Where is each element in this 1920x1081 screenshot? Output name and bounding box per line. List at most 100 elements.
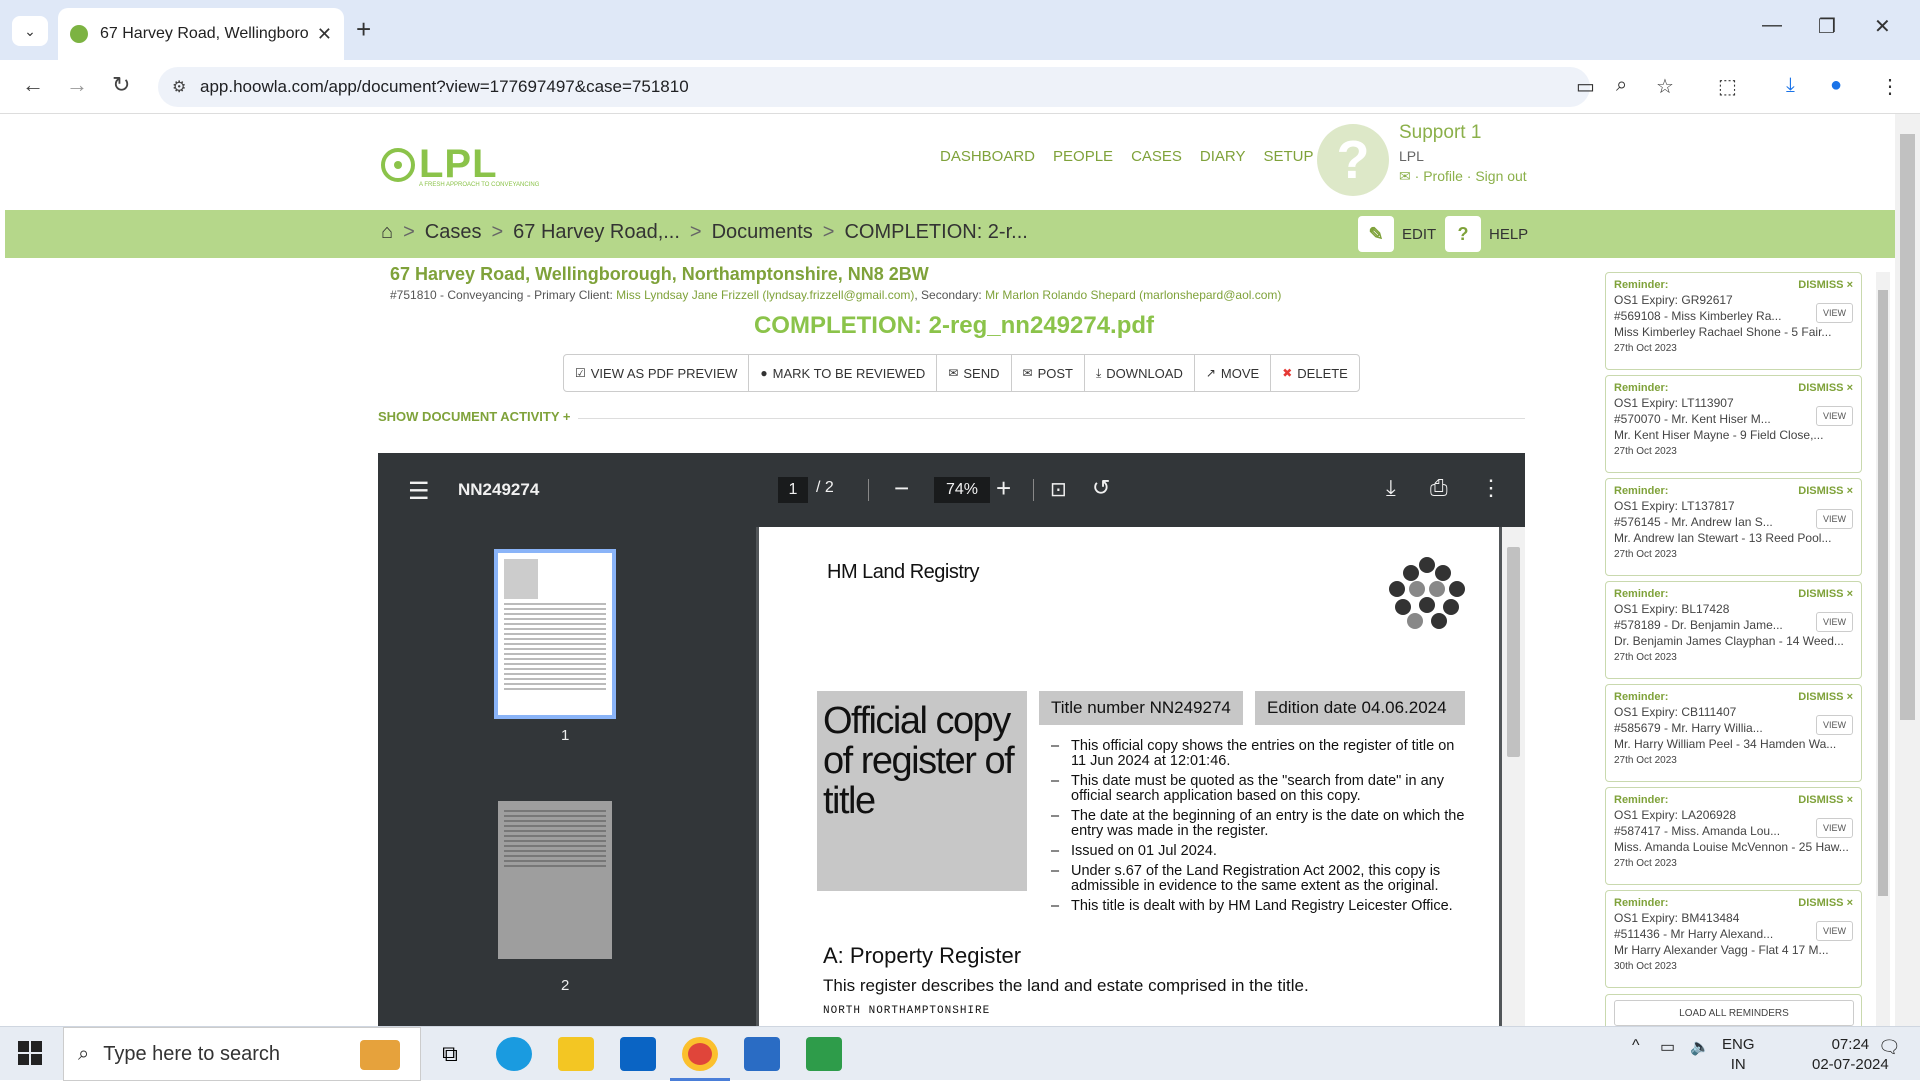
view-button[interactable]: VIEW: [1815, 509, 1853, 529]
media-app-icon[interactable]: [806, 1037, 842, 1071]
move-button[interactable]: ↗ MOVE: [1195, 355, 1272, 391]
profile-link[interactable]: Profile: [1423, 168, 1463, 184]
network-icon[interactable]: ▭: [1660, 1037, 1675, 1057]
reminders-scrollbar[interactable]: [1876, 272, 1890, 1026]
post-button[interactable]: ✉ POST: [1012, 355, 1085, 391]
nav-setup[interactable]: SETUP: [1264, 148, 1314, 165]
extensions-icon[interactable]: ⬚: [1718, 74, 1737, 99]
profile-icon[interactable]: ●: [1830, 74, 1842, 97]
view-button[interactable]: VIEW: [1815, 818, 1853, 838]
edit-label: EDIT: [1402, 225, 1437, 243]
url-text[interactable]: app.hoowla.com/app/document?view=1776974…: [200, 77, 689, 97]
dismiss-button[interactable]: DISMISS ×: [1798, 279, 1853, 291]
reminders-scroll-thumb[interactable]: [1878, 290, 1888, 896]
reminder-line: Mr Harry Alexander Vagg - Flat 4 17 M...: [1614, 943, 1829, 957]
user-name[interactable]: Support 1: [1399, 122, 1527, 144]
view-button[interactable]: VIEW: [1815, 921, 1853, 941]
nav-dashboard[interactable]: DASHBOARD: [940, 148, 1035, 165]
more-options-icon[interactable]: ⋮: [1480, 475, 1502, 501]
nav-cases[interactable]: CASES: [1131, 148, 1182, 165]
reminder-line: Miss Kimberley Rachael Shone - 5 Fair...: [1614, 325, 1832, 339]
minimize-button[interactable]: —: [1762, 14, 1782, 37]
thumbnail-page-2[interactable]: [498, 801, 612, 959]
dismiss-button[interactable]: DISMISS ×: [1798, 588, 1853, 600]
thumbnail-page-1[interactable]: [494, 549, 616, 719]
dismiss-button[interactable]: DISMISS ×: [1798, 382, 1853, 394]
menu-icon[interactable]: ☰: [408, 477, 430, 506]
close-window-button[interactable]: ✕: [1874, 14, 1891, 39]
nav-people[interactable]: PEOPLE: [1053, 148, 1113, 165]
breadcrumb-cases[interactable]: Cases: [425, 221, 482, 244]
nav-diary[interactable]: DIARY: [1200, 148, 1246, 165]
address-bar[interactable]: ⚙ app.hoowla.com/app/document?view=17769…: [158, 67, 1590, 107]
chrome-icon[interactable]: [682, 1037, 718, 1071]
dismiss-button[interactable]: DISMISS ×: [1798, 691, 1853, 703]
outlook-icon[interactable]: [620, 1037, 656, 1071]
view-button[interactable]: VIEW: [1815, 715, 1853, 735]
view-button[interactable]: VIEW: [1815, 303, 1853, 323]
primary-client-link[interactable]: Miss Lyndsay Jane Frizzell (lyndsay.friz…: [616, 288, 914, 302]
browser-tab[interactable]: 67 Harvey Road, Wellingboroug ✕: [58, 8, 344, 60]
load-all-reminders-button[interactable]: LOAD ALL REMINDERS: [1614, 1000, 1854, 1026]
dismiss-button[interactable]: DISMISS ×: [1798, 485, 1853, 497]
avatar[interactable]: ?: [1317, 124, 1389, 196]
signout-link[interactable]: Sign out: [1475, 168, 1526, 184]
browser-menu-icon[interactable]: ⋮: [1880, 74, 1900, 99]
notifications-icon[interactable]: 🗨: [1878, 1037, 1901, 1058]
back-button[interactable]: ←: [22, 72, 44, 98]
dismiss-button[interactable]: DISMISS ×: [1798, 897, 1853, 909]
edit-button[interactable]: ✎ EDIT: [1358, 216, 1436, 252]
view-pdf-preview-button[interactable]: ☑ VIEW AS PDF PREVIEW: [564, 355, 750, 391]
page-input[interactable]: 1: [778, 477, 808, 503]
pdf-download-icon[interactable]: ⤓: [1386, 475, 1396, 501]
zoom-input[interactable]: 74%: [934, 477, 990, 503]
mail-icon[interactable]: ✉: [1399, 168, 1411, 184]
reload-button[interactable]: ↻: [112, 72, 130, 98]
view-button[interactable]: VIEW: [1815, 406, 1853, 426]
page-scrollbar[interactable]: [1895, 114, 1920, 1026]
home-icon[interactable]: ⌂: [381, 221, 393, 244]
tray-chevron-icon[interactable]: ^: [1632, 1037, 1640, 1055]
edge-icon[interactable]: [496, 1037, 532, 1071]
breadcrumb-case[interactable]: 67 Harvey Road,...: [513, 221, 680, 244]
mark-reviewed-button[interactable]: ● MARK TO BE REVIEWED: [749, 355, 938, 391]
new-tab-button[interactable]: +: [356, 14, 371, 45]
fit-page-icon[interactable]: ⊡: [1050, 477, 1067, 502]
download-button[interactable]: ⤓ DOWNLOAD: [1085, 355, 1195, 391]
rotate-icon[interactable]: ↺: [1092, 475, 1110, 501]
page-scroll-thumb[interactable]: [1900, 134, 1915, 720]
site-info-icon[interactable]: ⚙: [172, 77, 186, 97]
restore-button[interactable]: ❐: [1818, 14, 1836, 39]
zoom-icon[interactable]: ⌕: [1616, 74, 1627, 97]
breadcrumb-documents[interactable]: Documents: [712, 221, 813, 244]
show-document-activity-link[interactable]: SHOW DOCUMENT ACTIVITY +: [378, 409, 570, 424]
help-button[interactable]: ? HELP: [1445, 216, 1528, 252]
lpl-logo[interactable]: LPL A FRESH APPROACH TO CONVEYANCING: [381, 142, 539, 188]
tab-close-icon[interactable]: ✕: [317, 24, 332, 45]
property-register-heading: A: Property Register: [823, 943, 1022, 968]
forward-button[interactable]: →: [66, 72, 88, 98]
taskbar-search[interactable]: ⌕ Type here to search: [63, 1027, 421, 1081]
dismiss-button[interactable]: DISMISS ×: [1798, 794, 1853, 806]
case-title[interactable]: 67 Harvey Road, Wellingborough, Northamp…: [390, 264, 929, 285]
bookmark-star-icon[interactable]: ☆: [1656, 74, 1674, 99]
pdf-scroll-thumb[interactable]: [1507, 547, 1520, 757]
windows-start-icon[interactable]: [18, 1041, 42, 1065]
task-view-icon[interactable]: ⧉: [432, 1037, 468, 1071]
file-explorer-icon[interactable]: [558, 1037, 594, 1071]
downloads-icon[interactable]: ⤓: [1786, 74, 1795, 97]
page-total-num: 2: [824, 479, 834, 496]
language-indicator[interactable]: ENG IN: [1722, 1035, 1755, 1075]
send-button[interactable]: ✉ SEND: [937, 355, 1012, 391]
app-s-icon[interactable]: [744, 1037, 780, 1071]
pdf-scrollbar[interactable]: [1502, 527, 1525, 1026]
volume-icon[interactable]: 🔈: [1690, 1037, 1710, 1057]
secondary-client-link[interactable]: Mr Marlon Rolando Shepard (marlonshepard…: [985, 288, 1281, 302]
zoom-in-icon[interactable]: +: [996, 473, 1011, 504]
print-icon[interactable]: ⎙: [1430, 475, 1448, 501]
view-button[interactable]: VIEW: [1815, 612, 1853, 632]
delete-button[interactable]: ✖ DELETE: [1271, 355, 1359, 391]
install-app-icon[interactable]: ▭: [1576, 74, 1595, 99]
tab-search-dropdown[interactable]: ⌄: [12, 16, 48, 46]
zoom-out-icon[interactable]: −: [894, 473, 909, 504]
